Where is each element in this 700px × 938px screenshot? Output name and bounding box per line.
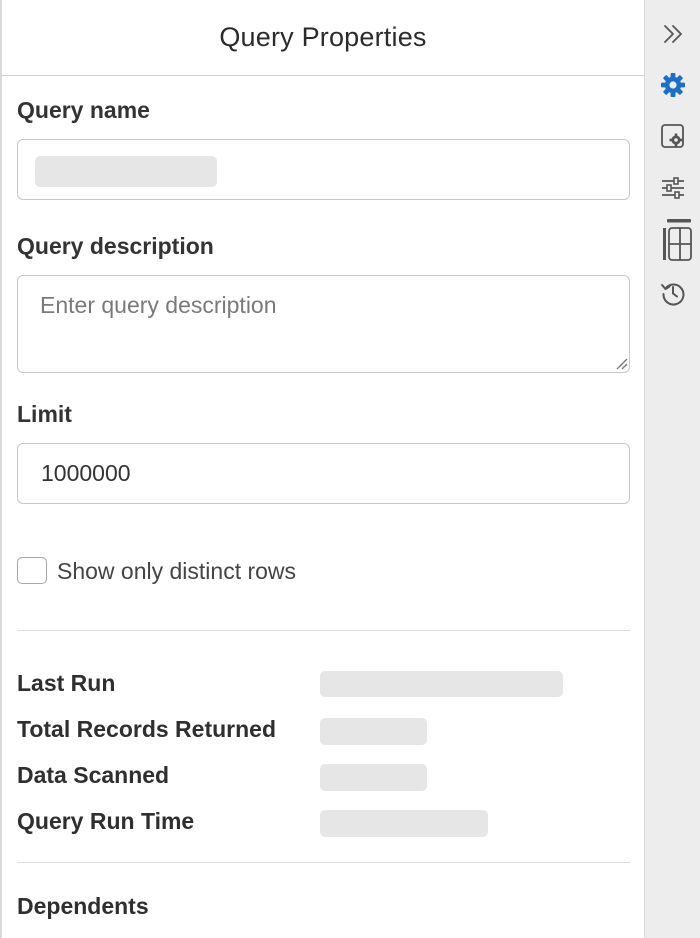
collapse-panel-button[interactable]: [645, 22, 700, 46]
table-layout-icon: [662, 219, 692, 261]
icon-sidebar: [645, 0, 700, 938]
settings-panel-icon: [660, 124, 684, 148]
filters-tab[interactable]: [645, 174, 700, 202]
query-name-skeleton: [35, 156, 217, 187]
last-run-label: Last Run: [17, 670, 116, 696]
gear-icon: [660, 73, 685, 97]
resize-grip-icon[interactable]: [614, 356, 628, 370]
query-description-label: Query description: [17, 233, 214, 259]
data-scanned-label: Data Scanned: [17, 762, 170, 788]
history-tab[interactable]: [645, 279, 700, 307]
query-properties-tab[interactable]: [645, 71, 700, 99]
dependents-label: Dependents: [17, 893, 149, 919]
history-icon: [660, 283, 684, 306]
query-name-input[interactable]: [17, 139, 630, 200]
distinct-rows-label[interactable]: Show only distinct rows: [57, 558, 296, 585]
settings-panel-tab[interactable]: [645, 122, 700, 150]
panel-header: Query Properties: [2, 0, 644, 76]
double-chevron-right-icon: [663, 25, 682, 43]
query-description-textarea[interactable]: [17, 275, 630, 373]
query-name-label: Query name: [17, 97, 150, 123]
last-run-value-skeleton: [320, 671, 563, 697]
total-records-value-skeleton: [320, 718, 427, 745]
panel-title: Query Properties: [219, 22, 427, 52]
total-records-label: Total Records Returned: [17, 716, 276, 742]
divider: [17, 630, 630, 631]
query-properties-panel: Query Properties Query name Query descri…: [0, 0, 645, 938]
query-run-time-label: Query Run Time: [17, 808, 195, 834]
sliders-icon: [661, 177, 684, 199]
distinct-rows-checkbox[interactable]: [17, 557, 47, 584]
data-scanned-value-skeleton: [320, 764, 427, 791]
limit-label: Limit: [17, 401, 72, 427]
query-run-time-value-skeleton: [320, 810, 488, 837]
divider: [17, 862, 630, 863]
layout-tab[interactable]: [645, 218, 700, 264]
limit-input[interactable]: [17, 443, 630, 504]
